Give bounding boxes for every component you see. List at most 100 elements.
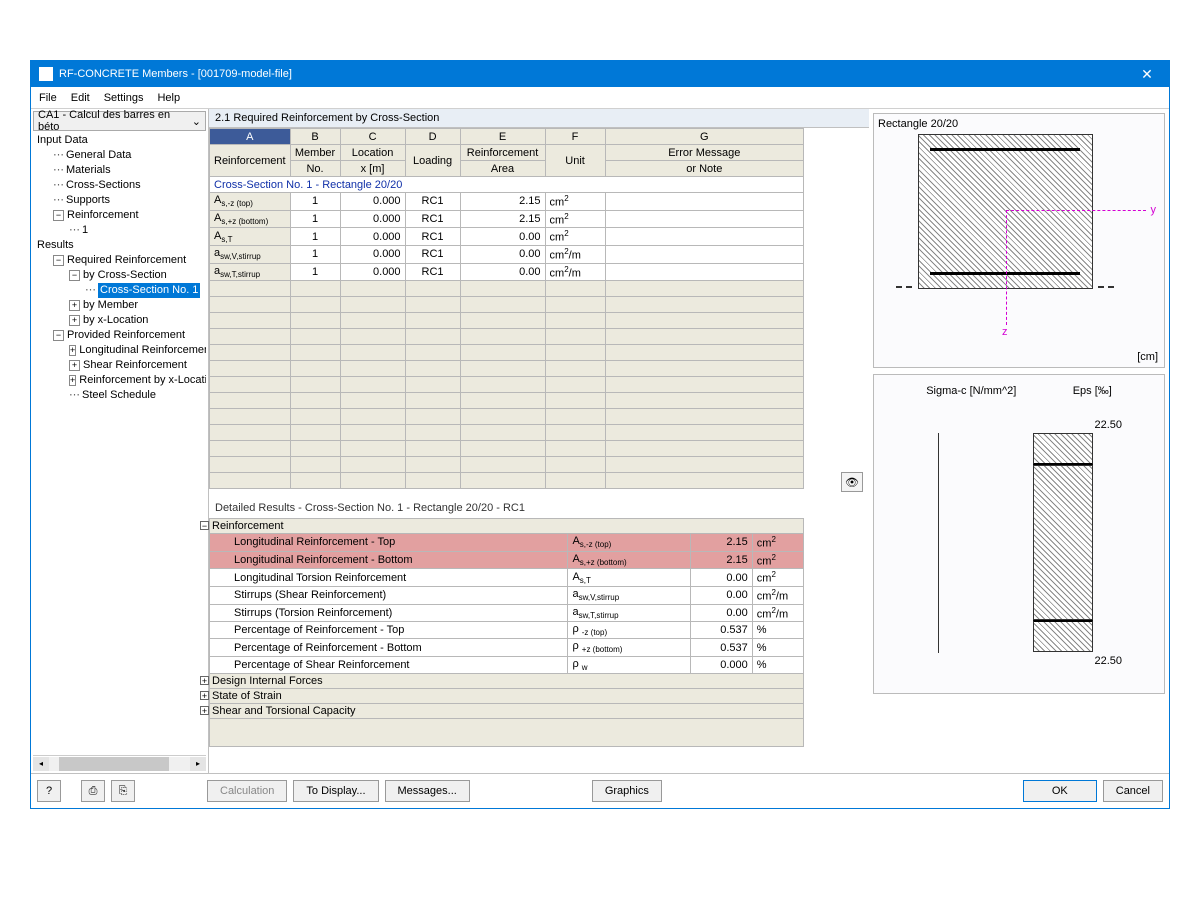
graphics-button[interactable]: Graphics — [592, 780, 662, 802]
menu-help[interactable]: Help — [157, 92, 180, 104]
to-display-button[interactable]: To Display... — [293, 780, 378, 802]
collapse-icon[interactable]: − — [200, 521, 209, 530]
table-row[interactable]: As,T10.000RC10.00cm2 — [210, 228, 804, 246]
table-row-empty — [210, 297, 804, 313]
tree-long-reinf[interactable]: +Longitudinal Reinforcement — [33, 343, 206, 358]
calculation-button[interactable]: Calculation — [207, 780, 287, 802]
tree-results[interactable]: Results — [33, 238, 206, 253]
tree-reinforcement[interactable]: −Reinforcement — [33, 208, 206, 223]
table-row-empty — [210, 393, 804, 409]
tree-input-data[interactable]: Input Data — [33, 133, 206, 148]
help-button[interactable]: ? — [37, 780, 61, 802]
col-B[interactable]: B — [290, 129, 340, 145]
table-row-empty — [210, 457, 804, 473]
expand-icon[interactable]: + — [200, 676, 209, 685]
table-row[interactable]: As,+z (bottom)10.000RC12.15cm2 — [210, 210, 804, 228]
tree-reinf-1[interactable]: ⋯1 — [33, 223, 206, 238]
col-E[interactable]: E — [460, 129, 545, 145]
hdr-xm: x [m] — [340, 161, 405, 177]
details-grid[interactable]: −Reinforcement Longitudinal Reinforcemen… — [209, 518, 804, 747]
col-D[interactable]: D — [405, 129, 460, 145]
title-bar[interactable]: RF-CONCRETE Members - [001709-model-file… — [31, 61, 1169, 87]
col-C[interactable]: C — [340, 129, 405, 145]
results-grid[interactable]: A B C D E F G Reinforcement Member Locat… — [209, 128, 804, 489]
section-diagram[interactable]: Rectangle 20/20 y z [cm] — [873, 113, 1165, 368]
tree-by-xloc[interactable]: +by x-Location — [33, 313, 206, 328]
tree-xs-1[interactable]: ⋯Cross-Section No. 1 — [33, 283, 206, 298]
axis-y: y — [1151, 204, 1157, 216]
case-dropdown-text: CA1 - Calcul des barres en béto — [38, 109, 192, 133]
section-unit: [cm] — [1137, 351, 1158, 363]
close-button[interactable]: ✕ — [1125, 61, 1169, 87]
eps-block-bot — [1033, 620, 1093, 652]
col-G[interactable]: G — [605, 129, 803, 145]
menu-file[interactable]: File — [39, 92, 57, 104]
details-group[interactable]: +Design Internal Forces — [210, 673, 804, 688]
table-row[interactable]: asw,T,stirrup10.000RC10.00cm2/m — [210, 263, 804, 281]
details-blank — [210, 718, 804, 746]
export-button[interactable]: ⎙ — [81, 780, 105, 802]
details-row[interactable]: Longitudinal Reinforcement - TopAs,-z (t… — [210, 534, 804, 552]
nav-tree[interactable]: Input Data ⋯General Data ⋯Materials ⋯Cro… — [33, 131, 206, 405]
details-row[interactable]: Percentage of Shear Reinforcementρ w0.00… — [210, 656, 804, 673]
table-row-empty — [210, 473, 804, 489]
col-A[interactable]: A — [210, 129, 291, 145]
section-row[interactable]: Cross-Section No. 1 - Rectangle 20/20 — [210, 177, 804, 193]
table-row-empty — [210, 281, 804, 297]
menu-settings[interactable]: Settings — [104, 92, 144, 104]
details-row[interactable]: Percentage of Reinforcement - Bottomρ +z… — [210, 639, 804, 656]
section-title: Rectangle 20/20 — [878, 118, 1160, 130]
ok-button[interactable]: OK — [1023, 780, 1097, 802]
messages-button[interactable]: Messages... — [385, 780, 470, 802]
col-F[interactable]: F — [545, 129, 605, 145]
import-icon: ⎘ — [119, 785, 128, 798]
tree-req-reinf[interactable]: −Required Reinforcement — [33, 253, 206, 268]
eps-block-mid — [1033, 465, 1093, 620]
hdr-note: or Note — [605, 161, 803, 177]
tree-cross-sections[interactable]: ⋯Cross-Sections — [33, 178, 206, 193]
details-group[interactable]: +Shear and Torsional Capacity — [210, 703, 804, 718]
visibility-button[interactable]: 👁 — [841, 472, 863, 492]
tree-by-member[interactable]: +by Member — [33, 298, 206, 313]
sigma-axis — [938, 433, 939, 653]
tree-reinf-by-x[interactable]: +Reinforcement by x-Location — [33, 373, 206, 388]
rebar-top — [930, 148, 1080, 151]
table-row-empty — [210, 425, 804, 441]
app-icon — [39, 67, 53, 81]
hdr-no: No. — [290, 161, 340, 177]
menu-bar: File Edit Settings Help — [31, 87, 1169, 109]
tree-materials[interactable]: ⋯Materials — [33, 163, 206, 178]
stress-diagram[interactable]: Sigma-c [N/mm^2]Eps [‰] 22.50 22.50 — [873, 374, 1165, 694]
table-row[interactable]: asw,V,stirrup10.000RC10.00cm2/m — [210, 245, 804, 263]
details-row[interactable]: Longitudinal Reinforcement - BottomAs,+z… — [210, 551, 804, 569]
expand-icon[interactable]: + — [200, 691, 209, 700]
details-row[interactable]: Stirrups (Torsion Reinforcement)asw,T,st… — [210, 604, 804, 622]
axis-y-line — [1006, 210, 1146, 211]
details-row[interactable]: Longitudinal Torsion ReinforcementAs,T0.… — [210, 569, 804, 587]
import-button[interactable]: ⎘ — [111, 780, 135, 802]
tree-general[interactable]: ⋯General Data — [33, 148, 206, 163]
expand-icon[interactable]: + — [200, 706, 209, 715]
tree-steel-sched[interactable]: ⋯Steel Schedule — [33, 388, 206, 403]
details-row[interactable]: Stirrups (Shear Reinforcement)asw,V,stir… — [210, 586, 804, 604]
hdr-err: Error Message — [605, 145, 803, 161]
menu-edit[interactable]: Edit — [71, 92, 90, 104]
export-icon: ⎙ — [89, 785, 98, 798]
eps-top: 22.50 — [1094, 419, 1122, 431]
details-row[interactable]: Percentage of Reinforcement - Topρ -z (t… — [210, 622, 804, 639]
pane-title: 2.1 Required Reinforcement by Cross-Sect… — [209, 109, 869, 128]
tree-prov-reinf[interactable]: −Provided Reinforcement — [33, 328, 206, 343]
eps-block-top — [1033, 433, 1093, 465]
tree-hscroll[interactable]: ◂▸ — [33, 755, 206, 771]
tree-shear-reinf[interactable]: +Shear Reinforcement — [33, 358, 206, 373]
table-row-empty — [210, 329, 804, 345]
tree-by-xs[interactable]: −by Cross-Section — [33, 268, 206, 283]
cancel-button[interactable]: Cancel — [1103, 780, 1163, 802]
details-grp-reinf[interactable]: −Reinforcement — [210, 519, 804, 534]
table-row[interactable]: As,-z (top)10.000RC12.15cm2 — [210, 193, 804, 211]
eye-icon: 👁 — [845, 476, 859, 489]
footer-bar: ? ⎙ ⎘ Calculation To Display... Messages… — [31, 773, 1169, 808]
case-dropdown[interactable]: CA1 - Calcul des barres en béto ⌄ — [33, 111, 206, 131]
details-group[interactable]: +State of Strain — [210, 688, 804, 703]
tree-supports[interactable]: ⋯Supports — [33, 193, 206, 208]
